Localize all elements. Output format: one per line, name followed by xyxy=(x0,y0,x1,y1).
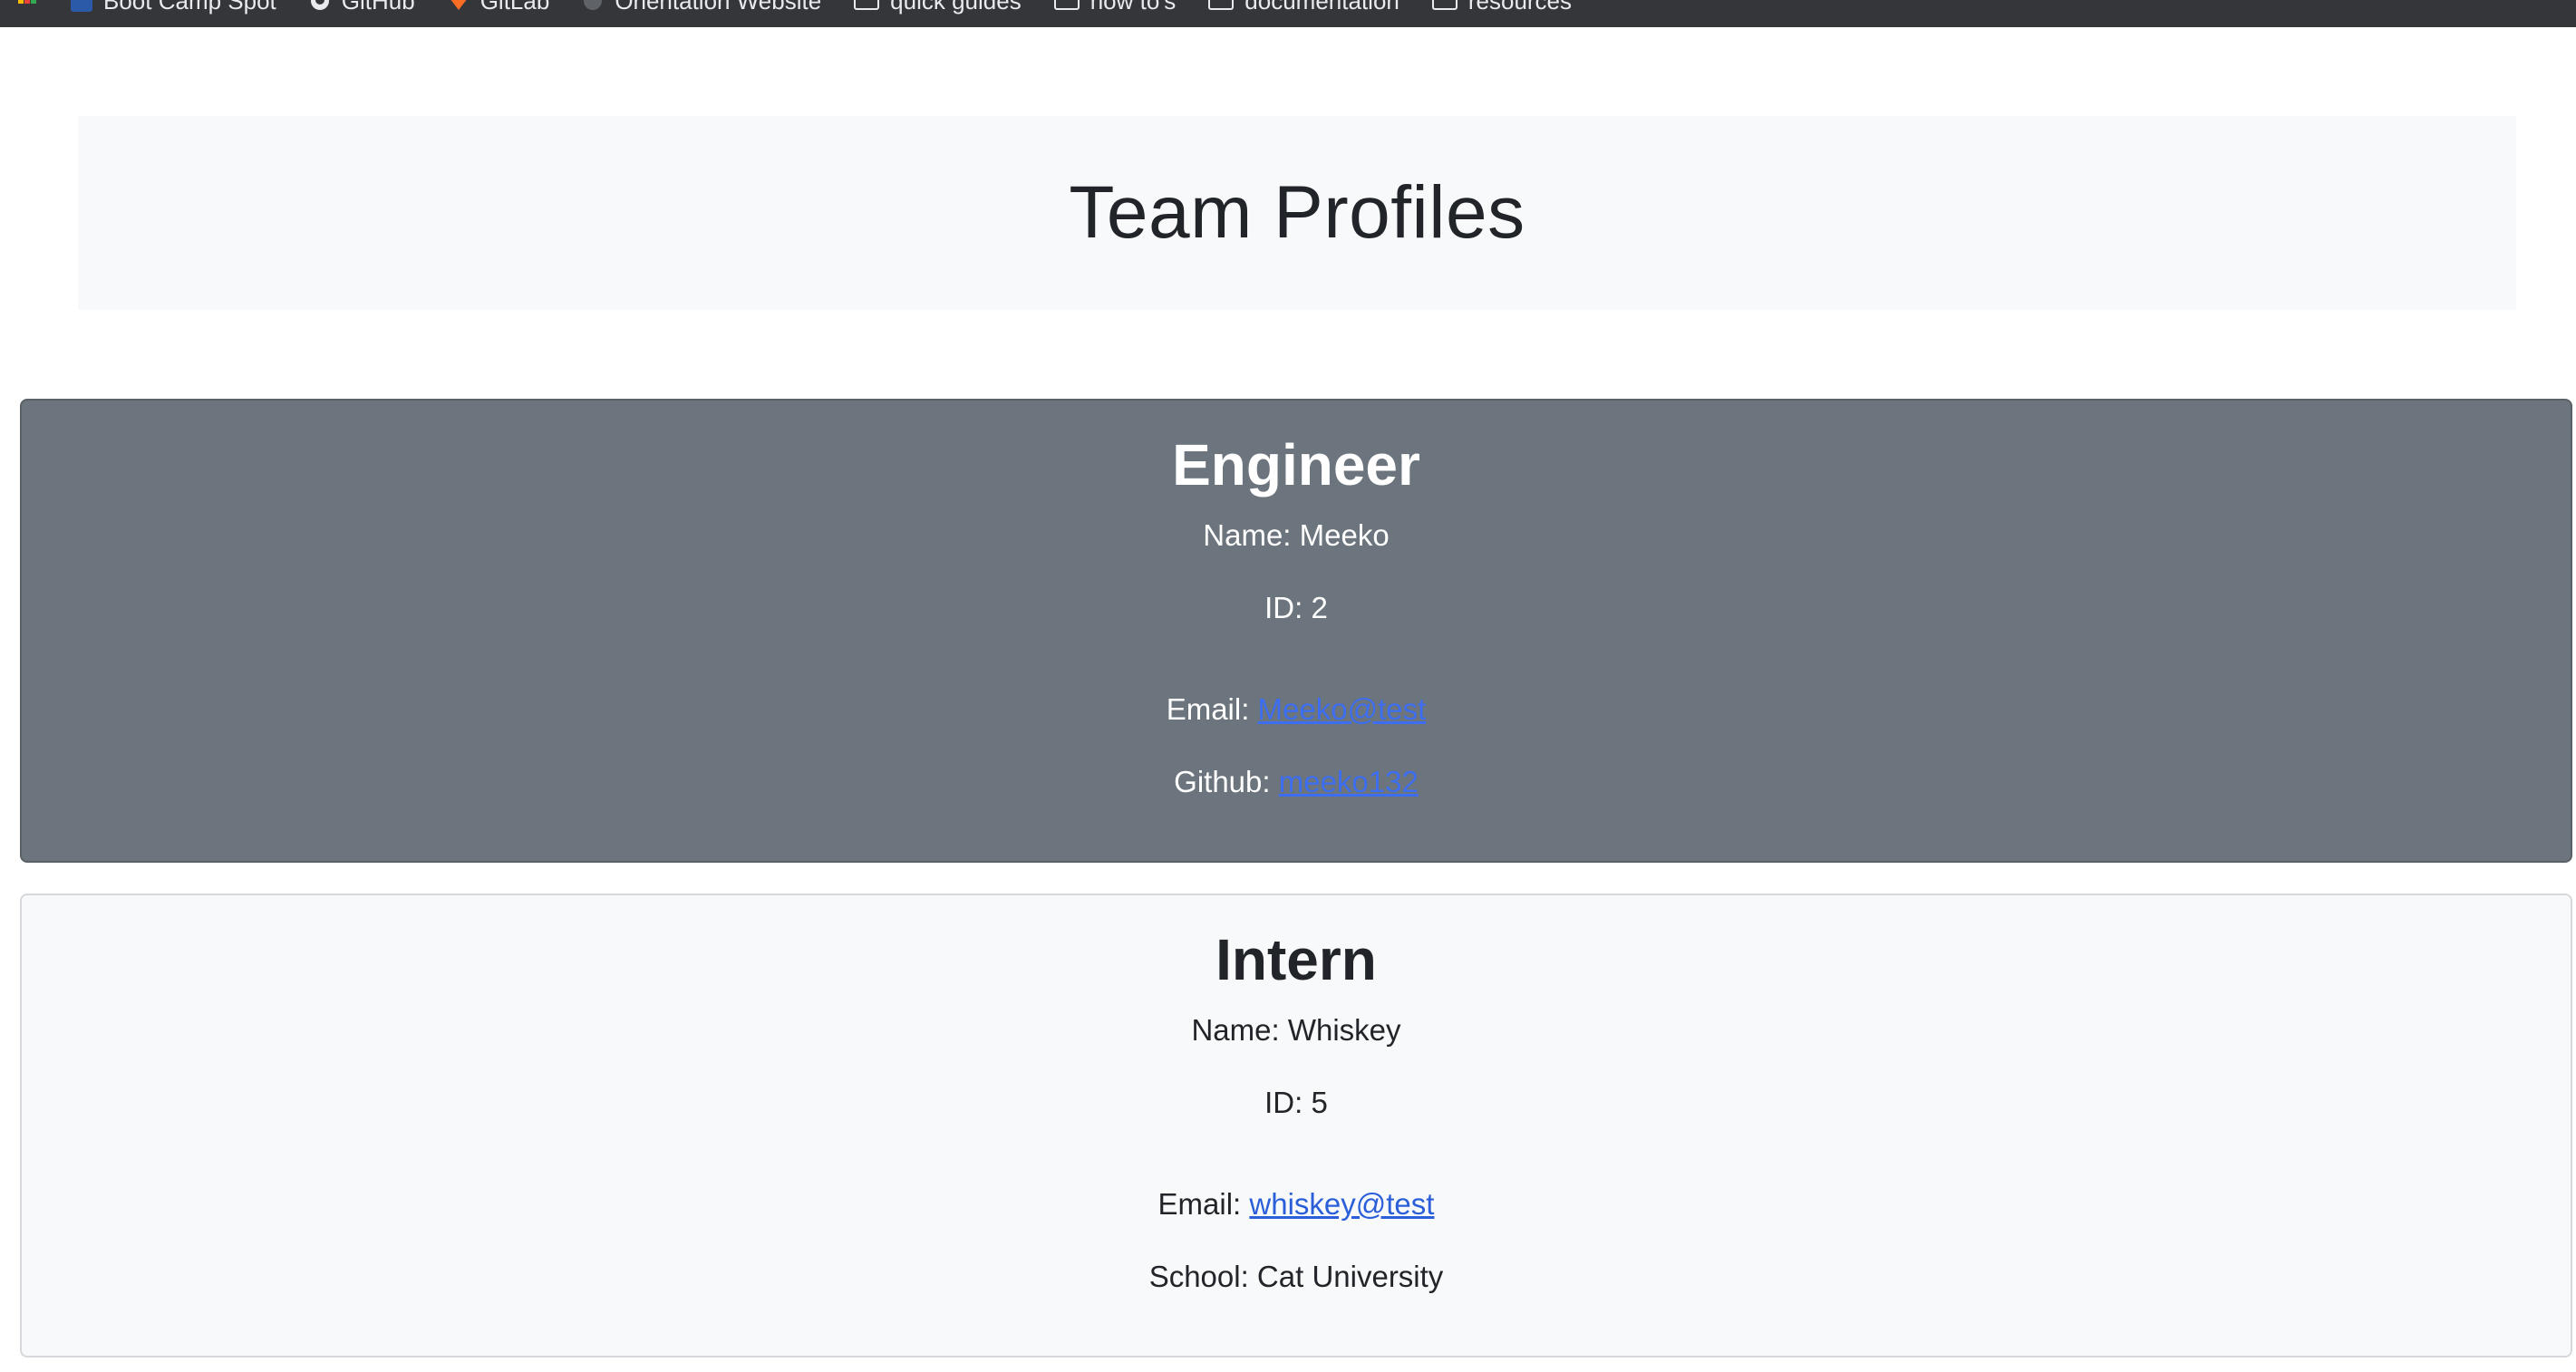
email-link[interactable]: whiskey@test xyxy=(1249,1187,1434,1221)
folder-icon xyxy=(1053,0,1080,10)
bookmark-label: Orientation Website xyxy=(615,0,822,14)
page-header: Team Profiles xyxy=(78,116,2516,310)
bookmarks-list: Boot Camp Spot GitHub GitLab Orientation… xyxy=(0,0,1588,14)
card-email-row: Email: Meeko@test xyxy=(22,692,2571,727)
card-name: Name: Meeko xyxy=(1203,518,1390,552)
bookmark-resources[interactable]: resources xyxy=(1416,0,1588,15)
folder-icon xyxy=(854,0,880,10)
folder-icon xyxy=(1431,0,1457,10)
bookmark-bootcamp[interactable]: Boot Camp Spot xyxy=(54,0,293,15)
github-label: Github: xyxy=(1174,765,1279,798)
intern-card: Intern Name: Whiskey ID: 5 Email: whiske… xyxy=(20,894,2572,1358)
page-title: Team Profiles xyxy=(1069,171,1525,254)
card-name: Name: Whiskey xyxy=(1191,1013,1401,1047)
folder-icon xyxy=(1208,0,1235,10)
bookmark-documentation[interactable]: documentation xyxy=(1192,0,1416,15)
bookmark-label: GitLab xyxy=(479,0,550,14)
email-label: Email: xyxy=(1166,692,1258,726)
gitlab-icon xyxy=(448,0,470,12)
card-email-row: Email: whiskey@test xyxy=(22,1187,2571,1222)
bookmarks-bar: Boot Camp Spot GitHub GitLab Orientation… xyxy=(0,0,2576,27)
bootcamp-icon xyxy=(71,0,92,12)
card-role-title: Engineer xyxy=(1172,432,1420,498)
github-icon xyxy=(309,0,331,12)
engineer-card: Engineer Name: Meeko ID: 2 Email: Meeko@… xyxy=(20,399,2572,863)
bookmark-quick-guides[interactable]: quick guides xyxy=(838,0,1038,15)
bookmark-label: quick guides xyxy=(890,0,1022,14)
bookmark-label: Boot Camp Spot xyxy=(103,0,276,14)
bookmark-how-tos[interactable]: how to's xyxy=(1038,0,1193,15)
bookmark-label: how to's xyxy=(1089,0,1177,14)
bookmark-label: GitHub xyxy=(341,0,415,14)
bookmark-label: resources xyxy=(1467,0,1573,14)
card-id: ID: 2 xyxy=(1264,591,1328,624)
card-school: School: Cat University xyxy=(1148,1260,1444,1293)
card-role-title: Intern xyxy=(1215,927,1377,992)
globe-icon xyxy=(582,0,604,12)
apps-grid-icon xyxy=(16,0,38,12)
bookmark-orientation[interactable]: Orientation Website xyxy=(566,0,838,15)
card-github-row: Github: meeko132 xyxy=(22,765,2571,799)
email-label: Email: xyxy=(1157,1187,1250,1221)
github-link[interactable]: meeko132 xyxy=(1279,765,1419,798)
card-id: ID: 5 xyxy=(1264,1086,1328,1119)
email-link[interactable]: Meeko@test xyxy=(1258,692,1427,726)
apps-shortcut[interactable] xyxy=(0,0,54,12)
bookmark-gitlab[interactable]: GitLab xyxy=(431,0,567,15)
bookmark-github[interactable]: GitHub xyxy=(293,0,431,15)
bookmark-label: documentation xyxy=(1244,0,1399,14)
